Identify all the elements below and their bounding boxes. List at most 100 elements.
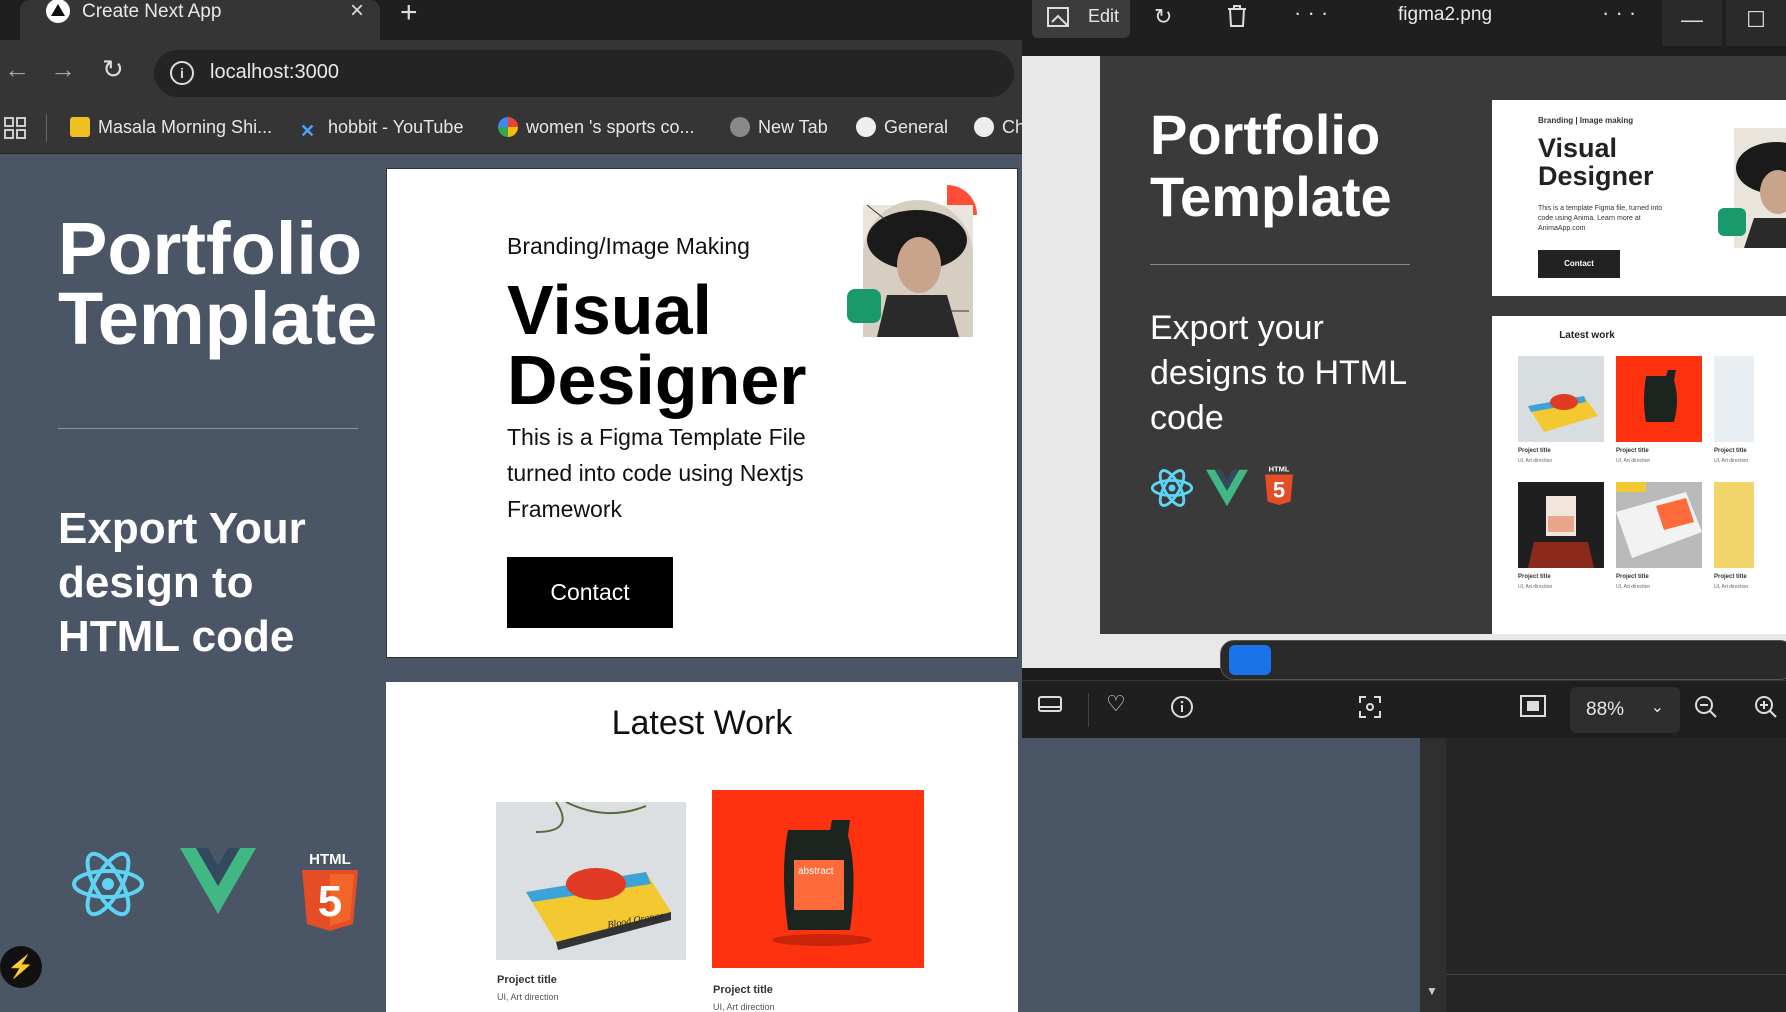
- chevron-down-icon: ⌄: [1650, 699, 1664, 716]
- more-options-icon[interactable]: · · ·: [1294, 0, 1328, 26]
- hero-subtitle: Export Your design to HTML code: [58, 504, 306, 661]
- back-icon[interactable]: ←: [4, 54, 30, 85]
- github-icon: [856, 117, 876, 137]
- tab-title: Create Next App: [82, 1, 222, 22]
- file-name: figma2.png: [1398, 4, 1493, 25]
- x-logo-icon: ✕: [300, 121, 316, 141]
- url-text: localhost:3000: [210, 61, 339, 83]
- visual-search-icon[interactable]: [1358, 695, 1382, 719]
- tab-strip: Create Next App × +: [0, 0, 1022, 40]
- preview-react-icon: [1150, 466, 1194, 510]
- contact-button[interactable]: Contact: [507, 557, 673, 628]
- apps-grid-icon[interactable]: [4, 117, 26, 139]
- preview-title: Portfolio Template: [1150, 103, 1392, 228]
- bottom-divider: [1088, 693, 1089, 727]
- project-title: Project title: [497, 974, 557, 986]
- preview-html5-icon: HTML 5: [1264, 462, 1294, 508]
- nextjs-favicon-icon: [46, 0, 70, 23]
- viewer-toolbar: Edit ↻ · · · figma2.png · · · — ☐: [1022, 0, 1786, 56]
- preview-thumb-partial2: [1714, 482, 1754, 568]
- page-content: Portfolio Template Export Your design to…: [0, 160, 1022, 1012]
- react-icon: [70, 846, 146, 922]
- project-subtitle: UI, Art direction: [497, 992, 559, 1002]
- preview-vue-icon: [1206, 468, 1248, 508]
- background-window-area: [1022, 738, 1446, 1012]
- browser-window: Create Next App × + ← → ↻ i localhost:30…: [0, 0, 1022, 1012]
- edit-button[interactable]: Edit: [1032, 0, 1130, 38]
- preview-thumb-book: [1518, 482, 1604, 568]
- reload-icon[interactable]: ↻: [102, 54, 124, 85]
- bookmark-divider: [46, 114, 47, 142]
- scrollbar[interactable]: ▼: [1420, 738, 1446, 1012]
- portrait-illustration: [847, 185, 987, 345]
- preview-thumb-blood-orange: [1518, 356, 1604, 442]
- photos-viewer-window: Edit ↻ · · · figma2.png · · · — ☐ Portfo…: [1022, 0, 1786, 738]
- bookmarks-bar: Masala Morning Shi... ✕ hobbit - YouTube …: [0, 106, 1022, 154]
- nextjs-dev-indicator-icon[interactable]: ⚡: [0, 946, 42, 988]
- minimize-button[interactable]: —: [1662, 0, 1722, 46]
- card-heading: Visual Designer: [507, 271, 807, 419]
- html5-label: HTML: [309, 851, 351, 868]
- project-thumb-abstract[interactable]: abstract: [712, 790, 924, 968]
- preview-contact-button: Contact: [1538, 250, 1620, 278]
- dock-active-item[interactable]: [1229, 645, 1271, 675]
- actual-size-icon[interactable]: [1520, 695, 1546, 717]
- hero-divider: [58, 428, 358, 429]
- card-kicker: Branding/Image Making: [507, 233, 750, 259]
- bookmark-hobbit[interactable]: ✕ hobbit - YouTube: [300, 117, 463, 141]
- favorite-heart-icon[interactable]: ♡: [1106, 691, 1126, 717]
- globe-icon: [730, 117, 750, 137]
- hero-card: Branding/Image Making Visual Designer Th…: [386, 168, 1018, 658]
- svg-text:HTML: HTML: [1269, 465, 1290, 474]
- viewer-bottom-bar: ♡ 88% ⌄: [1022, 680, 1786, 738]
- preview-divider: [1150, 264, 1410, 265]
- hero-title: Portfolio Template: [58, 207, 378, 360]
- openai-icon: [974, 117, 994, 137]
- svg-text:abstract: abstract: [798, 866, 834, 877]
- preview-image: Portfolio Template Export your designs t…: [1100, 56, 1786, 634]
- zoom-dropdown[interactable]: 88% ⌄: [1570, 687, 1680, 733]
- tab-close-icon[interactable]: ×: [350, 0, 364, 25]
- project-subtitle: UI, Art direction: [713, 1002, 775, 1012]
- preview-thumb-magazine: [1616, 482, 1702, 568]
- zoom-out-icon[interactable]: [1694, 695, 1718, 719]
- html5-icon: HTML 5: [300, 850, 360, 932]
- tab-create-next-app[interactable]: Create Next App ×: [20, 0, 380, 40]
- bookmark-new-tab[interactable]: New Tab: [730, 117, 828, 138]
- latest-work-card: Latest Work Blood Orange Project title U…: [386, 682, 1018, 1012]
- google-icon: [498, 117, 518, 137]
- card-body: This is a Figma Template File turned int…: [507, 424, 806, 522]
- preview-portrait: [1714, 128, 1786, 254]
- delete-icon[interactable]: [1226, 4, 1248, 28]
- image-canvas[interactable]: Portfolio Template Export your designs t…: [1022, 56, 1786, 668]
- project-thumb-blood-orange[interactable]: Blood Orange: [496, 802, 686, 960]
- rotate-icon[interactable]: ↻: [1154, 4, 1172, 30]
- maximize-button[interactable]: ☐: [1726, 0, 1786, 46]
- bookmark-general[interactable]: General: [856, 117, 948, 138]
- bookmark-chatgpt[interactable]: Ch: [974, 117, 1022, 138]
- preview-subtitle: Export your designs to HTML code: [1150, 309, 1406, 437]
- project-title: Project title: [713, 984, 773, 996]
- preview-latest-work-card: Latest work Project title UI, Art direct…: [1492, 316, 1786, 634]
- background-dark-window-footer: [1446, 974, 1786, 1012]
- bookmark-favicon-icon: [70, 117, 90, 137]
- site-info-icon[interactable]: i: [170, 61, 194, 85]
- edit-image-icon: [1047, 7, 1069, 27]
- background-dark-window: [1446, 738, 1786, 974]
- zoom-in-icon[interactable]: [1754, 695, 1778, 719]
- preview-thumb-partial: [1714, 356, 1754, 442]
- more-actions-icon[interactable]: · · ·: [1602, 0, 1636, 26]
- preview-thumb-abstract: [1616, 356, 1702, 442]
- bookmark-women-sports[interactable]: women 's sports co...: [498, 117, 695, 138]
- address-bar[interactable]: i localhost:3000: [154, 50, 1014, 97]
- filmstrip-icon[interactable]: [1038, 695, 1062, 715]
- filmstrip-dock[interactable]: [1220, 640, 1786, 680]
- browser-toolbar: ← → ↻ i localhost:3000: [0, 40, 1022, 106]
- scroll-down-arrow-icon[interactable]: ▼: [1426, 984, 1438, 998]
- svg-text:5: 5: [1273, 478, 1285, 503]
- new-tab-button[interactable]: +: [400, 0, 418, 30]
- file-info-icon[interactable]: [1170, 695, 1194, 719]
- bookmark-masala[interactable]: Masala Morning Shi...: [70, 117, 272, 138]
- latest-work-title: Latest Work: [611, 704, 793, 742]
- forward-icon[interactable]: →: [50, 54, 76, 85]
